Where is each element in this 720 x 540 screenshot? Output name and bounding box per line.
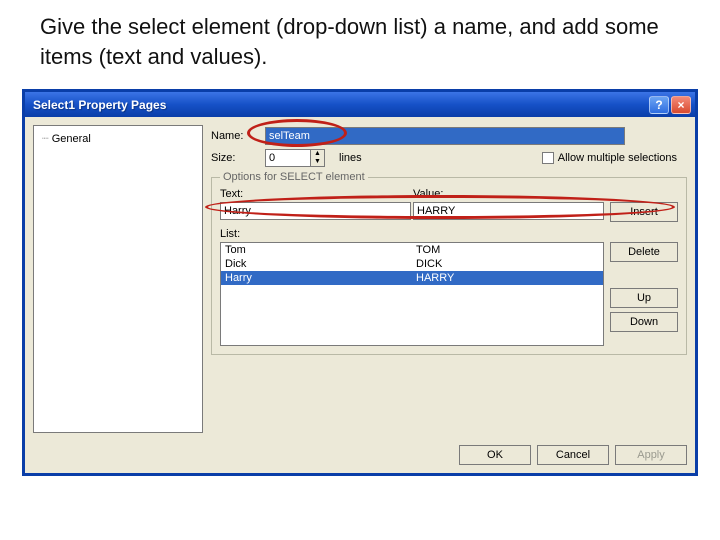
close-icon[interactable]: × <box>671 96 691 114</box>
size-label: Size: <box>211 152 257 164</box>
list-item[interactable]: DICK <box>412 257 603 271</box>
apply-button[interactable]: Apply <box>615 445 687 465</box>
options-listbox[interactable]: TomDickHarryTOMDICKHARRY <box>220 242 604 346</box>
option-text-input[interactable] <box>220 202 411 220</box>
list-item[interactable]: Harry <box>221 271 412 285</box>
list-label: List: <box>220 228 678 240</box>
list-item[interactable]: HARRY <box>412 271 603 285</box>
list-item[interactable]: TOM <box>412 243 603 257</box>
chevron-down-icon[interactable]: ▼ <box>311 158 324 166</box>
window-title: Select1 Property Pages <box>33 98 649 112</box>
chevron-up-icon[interactable]: ▲ <box>311 150 324 158</box>
value-label: Value: <box>413 188 604 200</box>
category-tree[interactable]: General <box>33 125 203 433</box>
tree-item-general[interactable]: General <box>38 130 95 147</box>
insert-button[interactable]: Insert <box>610 202 678 222</box>
instruction-text: Give the select element (drop-down list)… <box>0 0 720 79</box>
list-item[interactable]: Tom <box>221 243 412 257</box>
allow-multiple-checkbox[interactable] <box>542 152 554 164</box>
text-label: Text: <box>220 188 411 200</box>
delete-button[interactable]: Delete <box>610 242 678 262</box>
lines-label: lines <box>339 152 362 164</box>
groupbox-title: Options for SELECT element <box>220 171 368 183</box>
up-button[interactable]: Up <box>610 288 678 308</box>
options-groupbox: Options for SELECT element Text: Value: … <box>211 177 687 355</box>
dialog-footer: OK Cancel Apply <box>25 441 695 473</box>
main-panel: Name: Size: ▲ ▼ lines Allow multiple sel… <box>211 125 687 433</box>
property-pages-window: Select1 Property Pages ? × General Name:… <box>22 89 698 476</box>
list-item[interactable]: Dick <box>221 257 412 271</box>
ok-button[interactable]: OK <box>459 445 531 465</box>
option-value-input[interactable] <box>413 202 604 220</box>
name-label: Name: <box>211 130 257 142</box>
size-input[interactable] <box>265 149 311 167</box>
size-spinner[interactable]: ▲ ▼ <box>311 149 325 167</box>
down-button[interactable]: Down <box>610 312 678 332</box>
cancel-button[interactable]: Cancel <box>537 445 609 465</box>
help-icon[interactable]: ? <box>649 96 669 114</box>
titlebar: Select1 Property Pages ? × <box>25 92 695 117</box>
allow-multiple-label: Allow multiple selections <box>558 152 677 164</box>
name-input[interactable] <box>265 127 625 145</box>
